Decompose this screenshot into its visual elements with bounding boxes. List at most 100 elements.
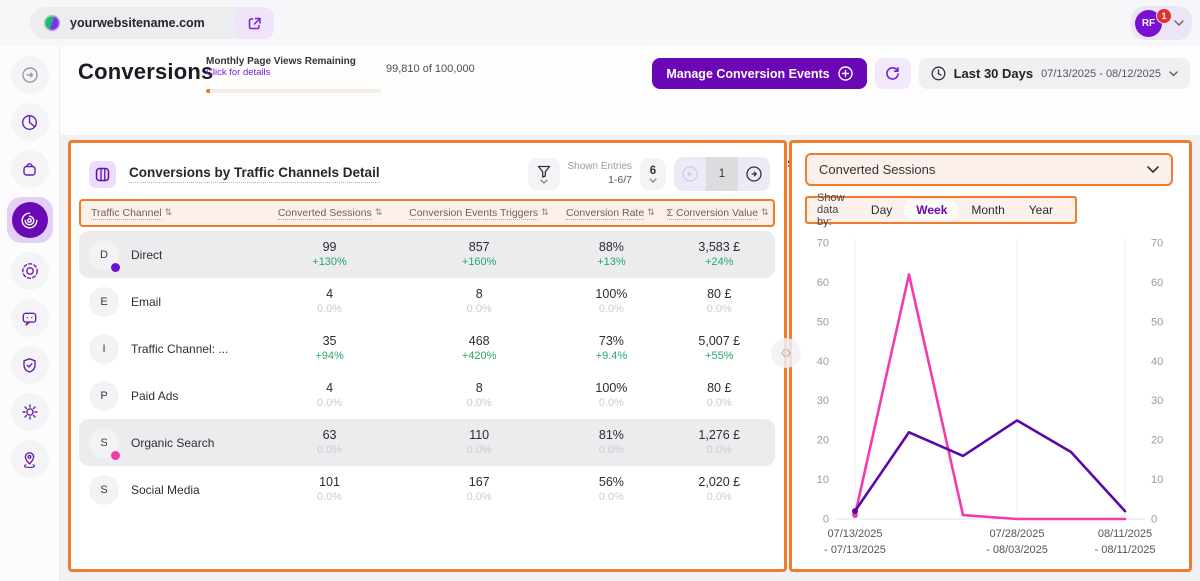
sidebar-item-settings[interactable] [11, 393, 49, 431]
sidebar-item-dashboard[interactable] [11, 103, 49, 141]
gear-icon [21, 403, 39, 421]
filter-button[interactable] [528, 158, 560, 190]
period-option-day[interactable]: Day [859, 200, 904, 220]
column-header-conversion-events-triggers[interactable]: Conversion Events Triggers⇅ [399, 207, 558, 220]
column-header-traffic-channel[interactable]: Traffic Channel⇅ [81, 207, 261, 220]
svg-text:07/13/2025: 07/13/2025 [827, 528, 882, 540]
table-row[interactable]: ITraffic Channel: ...35+94%468+420%73%+9… [79, 325, 775, 372]
channel-name: Traffic Channel: ... [131, 342, 228, 356]
metric-cell: 100%0.0% [559, 286, 663, 317]
quota-block: Monthly Page Views Remaining Click for d… [206, 56, 466, 78]
channel-name: Email [131, 295, 161, 309]
previous-page-button[interactable] [674, 157, 706, 191]
metric-cell: 1670.0% [399, 474, 559, 505]
metric-cell: 100%0.0% [559, 380, 663, 411]
location-pin-icon [21, 451, 38, 468]
column-header-converted-sessions[interactable]: Converted Sessions⇅ [261, 207, 399, 220]
channel-avatar: P [89, 381, 119, 411]
external-link-icon [247, 16, 262, 31]
metric-cell: 80.0% [399, 286, 559, 317]
metric-cell: 56%0.0% [559, 474, 663, 505]
sidebar-item-feedback[interactable] [11, 299, 49, 337]
series-color-dot [111, 451, 120, 460]
metric-cell: 2,020 £0.0% [664, 474, 775, 505]
pagination: 1 [674, 157, 770, 191]
pie-chart-icon [21, 114, 38, 131]
svg-text:50: 50 [1151, 316, 1163, 328]
sidebar-collapse-toggle[interactable] [11, 56, 49, 94]
svg-text:07/28/2025: 07/28/2025 [989, 528, 1044, 540]
svg-text:- 08/03/2025: - 08/03/2025 [986, 544, 1048, 556]
metric-cell: 468+420% [399, 333, 559, 364]
user-menu[interactable]: RF 1 [1131, 6, 1192, 40]
sidebar-item-session-recordings[interactable] [11, 252, 49, 290]
page-number[interactable]: 1 [706, 157, 738, 191]
column-header-conversion-value[interactable]: Σ Conversion Value⇅ [662, 207, 773, 220]
next-page-button[interactable] [738, 157, 770, 191]
filter-funnel-icon [537, 165, 551, 178]
sidebar-item-conversions[interactable] [7, 197, 53, 243]
clock-icon [931, 66, 946, 81]
show-data-by-label: Show data by: [817, 192, 847, 228]
svg-text:- 07/13/2025: - 07/13/2025 [824, 544, 886, 556]
metric-dropdown[interactable]: Converted Sessions [805, 153, 1173, 186]
svg-text:70: 70 [817, 238, 829, 250]
table-row[interactable]: EEmail40.0%80.0%100%0.0%80 £0.0% [79, 278, 775, 325]
metric-cell: 81%0.0% [559, 427, 663, 458]
svg-text:20: 20 [817, 435, 829, 447]
sidebar-item-ecommerce[interactable] [11, 150, 49, 188]
chevron-down-icon [540, 179, 548, 184]
metric-cell: 73%+9.4% [559, 333, 663, 364]
manage-conversion-events-button[interactable]: Manage Conversion Events [652, 58, 866, 89]
channel-avatar: S [89, 475, 119, 505]
page-title: Conversions [78, 59, 213, 85]
table-row[interactable]: SSocial Media1010.0%1670.0%56%0.0%2,020 … [79, 466, 775, 513]
sidebar [0, 46, 60, 581]
traffic-channels-panel: Conversions by Traffic Channels Detail S… [68, 140, 787, 572]
columns-icon [95, 167, 110, 182]
period-option-year[interactable]: Year [1017, 200, 1065, 220]
shopping-bag-icon [21, 161, 38, 178]
sessions-chart: 00101020203030404050506060707007/13/2025… [797, 229, 1183, 563]
panel-collapse-handle[interactable] [771, 338, 801, 368]
date-range-value: 07/13/2025 - 08/12/2025 [1041, 68, 1161, 80]
metric-cell: 857+160% [399, 239, 559, 270]
show-data-by-toggle: Show data by: Day Week Month Year [805, 196, 1077, 224]
table-row[interactable]: SOrganic Search630.0%1100.0%81%0.0%1,276… [79, 419, 775, 466]
svg-text:0: 0 [1151, 514, 1157, 526]
expand-arrow-icon [21, 66, 39, 84]
sidebar-item-visitors[interactable] [11, 440, 49, 478]
table-row[interactable]: PPaid Ads40.0%80.0%100%0.0%80 £0.0% [79, 372, 775, 419]
svg-text:08/11/2025: 08/11/2025 [1098, 528, 1152, 540]
table-row[interactable]: DDirect99+130%857+160%88%+13%3,583 £+24% [79, 231, 775, 278]
avatar-initials: RF [1142, 18, 1155, 29]
quota-progress-bar [206, 89, 381, 93]
date-range-selector[interactable]: Last 30 Days 07/13/2025 - 08/12/2025 [919, 58, 1190, 89]
panel-title: Conversions by Traffic Channels Detail [129, 165, 380, 183]
channel-avatar: E [89, 287, 119, 317]
svg-text:10: 10 [1151, 474, 1163, 486]
refresh-icon [885, 66, 900, 81]
sidebar-item-privacy[interactable] [11, 346, 49, 384]
arrow-left-circle-icon [681, 165, 699, 183]
chat-bubble-icon [21, 310, 38, 327]
topbar: yourwebsitename.com RF 1 [0, 0, 1200, 46]
period-option-week[interactable]: Week [904, 200, 959, 220]
camera-record-icon [21, 262, 39, 280]
quota-progress-fill [206, 89, 210, 93]
svg-text:0: 0 [823, 514, 829, 526]
plus-circle-icon [838, 66, 853, 81]
manage-button-label: Manage Conversion Events [666, 67, 829, 81]
channel-name: Direct [131, 248, 162, 262]
channel-avatar: D [89, 240, 119, 270]
open-site-button[interactable] [234, 7, 274, 39]
page-size-selector[interactable]: 6 [640, 158, 666, 190]
metric-dropdown-value: Converted Sessions [819, 162, 935, 177]
refresh-button[interactable] [875, 58, 911, 89]
column-header-conversion-rate[interactable]: Conversion Rate⇅ [558, 207, 662, 220]
site-selector[interactable]: yourwebsitename.com [30, 7, 262, 39]
period-option-month[interactable]: Month [959, 200, 1016, 220]
svg-text:40: 40 [817, 356, 829, 368]
chevron-down-icon [1169, 71, 1178, 77]
site-name: yourwebsitename.com [70, 16, 205, 30]
